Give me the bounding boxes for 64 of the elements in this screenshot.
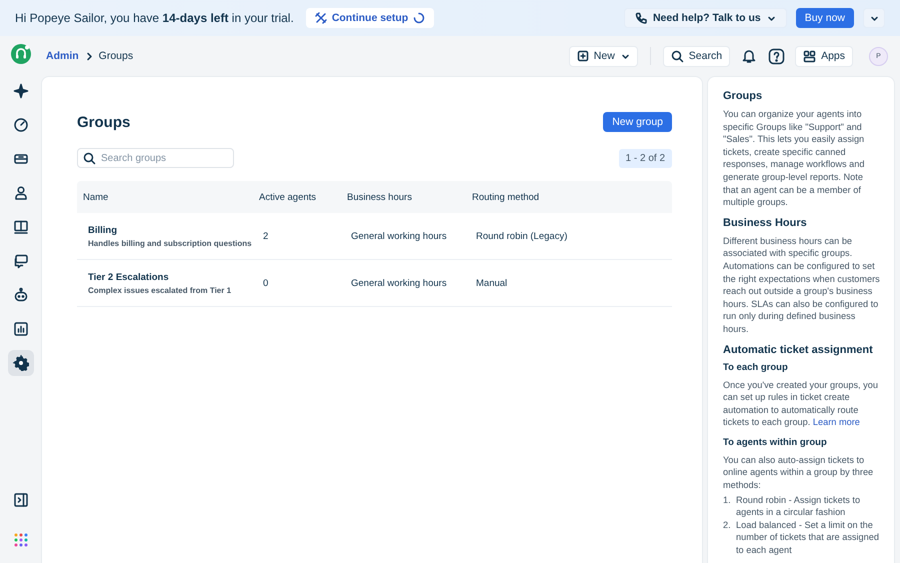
search-icon [83,152,96,165]
group-description: Complex issues escalated from Tier 1 [88,286,232,294]
help-paragraph: You can organize your agents into specific Groups like "Support" and "Sales". This lets you easily assign tickets, create specific canned responses, manage workflows and generate group-level reports. Note that an agent can be a member of multiple groups. [723,108,866,209]
help-heading: Business Hours [723,216,808,229]
gauge-icon [12,117,28,133]
search-icon [670,50,684,62]
help-subheading: To each group [723,362,789,372]
pagination-count: 1 - 2 of 2 [618,148,672,168]
collapse-banner-button[interactable] [863,8,885,28]
chart-icon [12,321,28,337]
help-subheading: To agents within group [723,436,828,448]
bell-icon [740,48,757,64]
dots-grid-icon [12,532,28,548]
search-field[interactable]: Search groups [77,148,234,168]
list-item-text: Load balanced - Set a limit on the number of tickets that are assigned to each agent [736,518,880,557]
continue-setup-button[interactable]: Continue setup [306,8,434,28]
table-cell-text: Manual [475,278,508,288]
page-title: Groups [77,114,130,130]
group-description: Handles billing and subscription questions [88,238,253,248]
new-group-button[interactable]: New group [603,112,672,132]
book-icon [12,219,28,235]
help-paragraph: Once you've created your groups, you can set up rules in ticket create automation to automatically route tickets to each group. Learn more [723,378,879,429]
column-header: Routing method [471,192,540,202]
breadcrumb-link[interactable]: Admin [46,50,79,62]
table-cell-text: 2 [262,230,270,242]
settings-icon [12,355,28,371]
learn-more-link[interactable]: Learn more [812,417,860,428]
sidebar-toggle-icon [12,492,28,508]
search-button[interactable]: Search [662,46,730,66]
robot-icon [12,287,28,303]
app-logo[interactable] [10,44,30,64]
person-icon [12,185,28,201]
chat-icon [12,253,28,269]
apps-button[interactable]: Apps [795,46,853,66]
group-name[interactable]: Billing [88,224,253,236]
help-paragraph: You can also auto-assign tickets to online agents within a group by three methods: [723,454,874,492]
sidebar-nav-button[interactable] [8,350,34,376]
help-call-button[interactable]: Need help? Talk to us [624,8,787,28]
trial-message: Hi Popeye Sailor, you have 14-days left in your trial. [15,11,294,25]
table-cell-text: Round robin (Legacy) [475,230,568,242]
new-button[interactable]: New [568,46,638,66]
list-number: 2. [723,518,732,532]
buy-now-button[interactable]: Buy now [796,8,854,28]
question-mark-icon [768,48,786,64]
spinner-icon [413,12,426,24]
column-header: Active agents [258,192,318,202]
help-button[interactable] [767,46,786,66]
table-cell-text: General working hours [350,278,448,288]
column-header: Name [82,192,110,202]
sparkle-icon [12,83,28,99]
help-heading: Automatic ticket assignment [723,344,874,356]
list-number: 1. [723,494,732,507]
help-heading: Groups [723,90,764,102]
column-header: Business hours [346,192,413,202]
phone-icon [634,12,648,24]
table-cell-text: General working hours [350,230,448,242]
list-item-text: Round robin - Assign tickets to agents in a circular fashion [736,494,862,519]
plus-square-icon [576,50,589,62]
breadcrumb-current: Groups [98,50,134,62]
tools-icon [314,12,327,24]
group-name[interactable]: Tier 2 Escalations [88,272,253,282]
table-cell-text: 0 [262,278,270,288]
apps-icon [803,50,816,62]
help-paragraph: Different business hours can be associated with specific groups. Automations can be configured to set the right expectations when customers reach out outside a group's business hours. SLAs can also be configured to run only during defined business hours. [723,234,880,336]
